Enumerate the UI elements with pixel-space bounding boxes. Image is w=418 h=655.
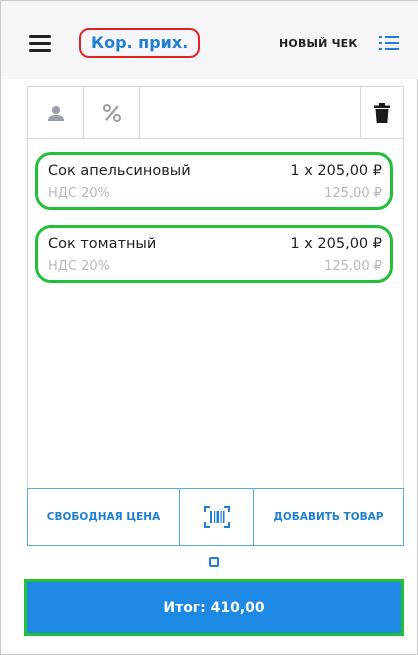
clear-receipt-button[interactable]	[360, 87, 403, 139]
item-vat: НДС 20%	[48, 186, 111, 201]
item-qty-price: 1 x 205,00 ₽	[290, 236, 382, 252]
customer-button[interactable]	[28, 87, 84, 139]
discount-button[interactable]	[84, 87, 140, 139]
barcode-icon	[203, 506, 230, 528]
free-price-button[interactable]: СВОБОДНАЯ ЦЕНА	[28, 489, 180, 545]
receipt-toolbar	[28, 87, 403, 139]
header: Кор. прих. НОВЫЙ ЧЕК	[1, 1, 418, 79]
total-button[interactable]: Итог: 410,00	[24, 579, 404, 636]
screen-frame: Кор. прих. НОВЫЙ ЧЕК Сок апельсиновый 1 …	[0, 0, 418, 655]
trash-icon	[374, 103, 390, 123]
item-vat: НДС 20%	[48, 259, 111, 274]
item-sum: 125,00 ₽	[324, 186, 382, 201]
page-title[interactable]: Кор. прих.	[79, 28, 201, 58]
item-sum: 125,00 ₽	[324, 259, 382, 274]
square-indicator-icon	[209, 557, 219, 567]
list-item[interactable]: Сок апельсиновый 1 x 205,00 ₽ НДС 20% 12…	[35, 152, 393, 210]
add-item-button[interactable]: ДОБАВИТЬ ТОВАР	[254, 489, 403, 545]
item-qty-price: 1 x 205,00 ₽	[290, 163, 382, 179]
receipt-actions: СВОБОДНАЯ ЦЕНА ДОБАВИТЬ ТОВАР	[27, 488, 404, 546]
scan-barcode-button[interactable]	[180, 489, 254, 545]
item-name: Сок апельсиновый	[48, 163, 191, 179]
new-check-button[interactable]: НОВЫЙ ЧЕК	[279, 37, 358, 50]
list-item[interactable]: Сок томатный 1 x 205,00 ₽ НДС 20% 125,00…	[35, 225, 393, 283]
user-icon	[47, 106, 64, 121]
total-label: Итог: 410,00	[163, 599, 265, 616]
list-icon[interactable]	[379, 36, 399, 50]
item-name: Сок томатный	[48, 236, 157, 252]
percent-icon	[102, 104, 121, 122]
receipt-card: Сок апельсиновый 1 x 205,00 ₽ НДС 20% 12…	[27, 86, 404, 546]
menu-icon[interactable]	[29, 35, 51, 52]
